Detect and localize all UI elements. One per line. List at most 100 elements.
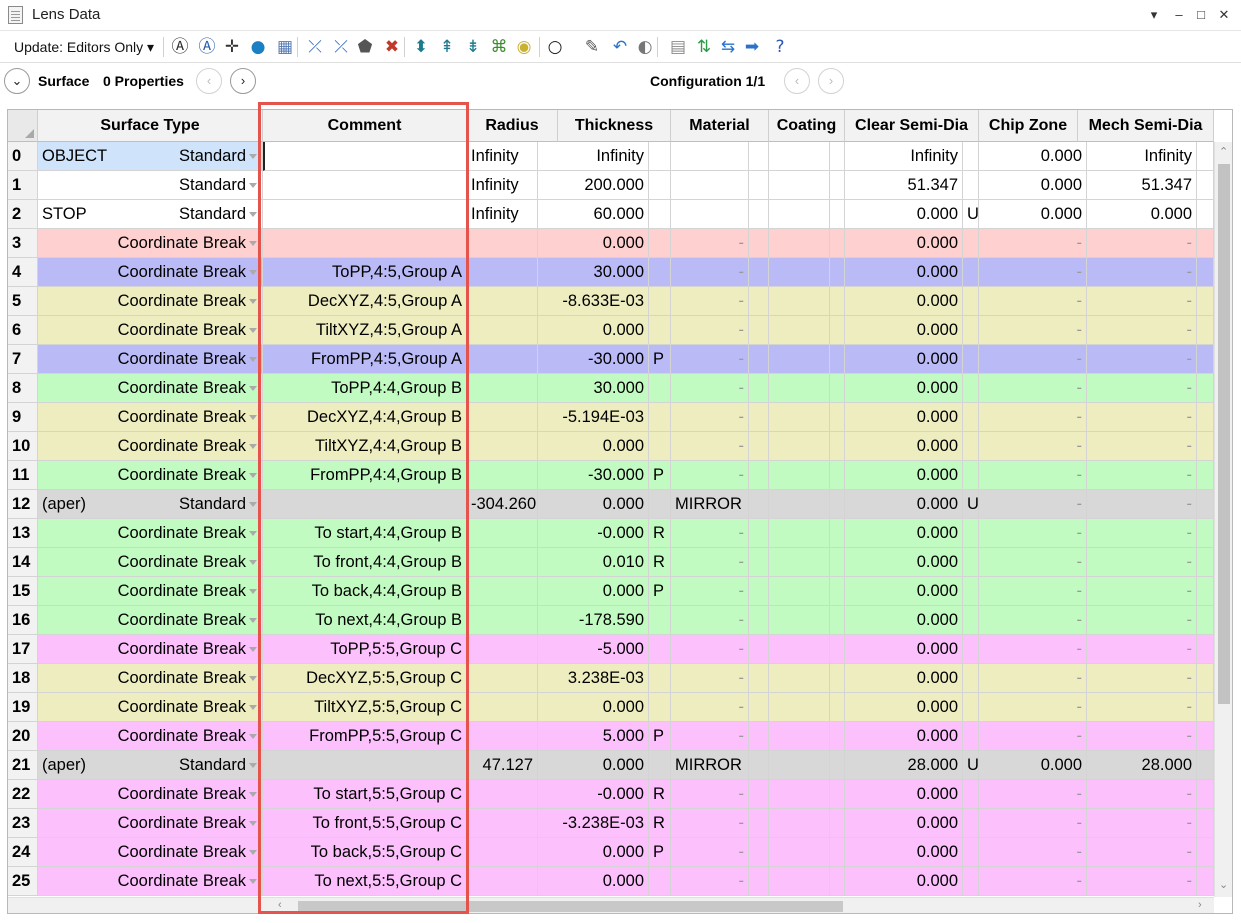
coating-cell[interactable] (769, 403, 830, 432)
column-header-mech-semi-dia[interactable]: Mech Semi-Dia (1078, 110, 1214, 142)
chip-zone-cell[interactable]: 0.000 (979, 751, 1087, 780)
comment-cell[interactable]: DecXYZ,5:5,Group C (263, 664, 467, 693)
surface-type-cell[interactable]: Coordinate Break (38, 577, 263, 606)
coating-solve-cell[interactable] (830, 606, 845, 635)
extra-cell[interactable] (1197, 287, 1214, 316)
material-cell[interactable]: - (671, 809, 749, 838)
surface-type-cell[interactable]: (aper) Standard (38, 490, 263, 519)
extra-cell[interactable] (1197, 461, 1214, 490)
material-cell[interactable]: - (671, 635, 749, 664)
material-cell[interactable]: - (671, 606, 749, 635)
coating-cell[interactable] (769, 229, 830, 258)
comment-cell[interactable]: FromPP,4:5,Group A (263, 345, 467, 374)
material-solve-cell[interactable] (749, 693, 769, 722)
dropdown-arrow-icon[interactable] (249, 879, 257, 884)
coating-solve-cell[interactable] (830, 548, 845, 577)
dropdown-arrow-icon[interactable] (249, 241, 257, 246)
extra-cell[interactable] (1197, 142, 1214, 171)
row-number[interactable]: 0 (8, 142, 38, 171)
thickness-cell[interactable]: 60.000 (538, 200, 649, 229)
column-header-comment[interactable]: Comment (263, 110, 467, 142)
coating-solve-cell[interactable] (830, 693, 845, 722)
next-surface-button[interactable]: › (230, 68, 256, 94)
extra-cell[interactable] (1197, 838, 1214, 867)
radius-cell[interactable] (467, 229, 538, 258)
column-header-surface-type[interactable]: Surface Type (38, 110, 263, 142)
extra-cell[interactable] (1197, 316, 1214, 345)
chip-zone-cell[interactable]: - (979, 345, 1087, 374)
horizontal-scrollbar[interactable]: ‹ › (8, 897, 1214, 913)
surface-type-cell[interactable]: Coordinate Break (38, 838, 263, 867)
thickness-cell[interactable]: -0.000 (538, 780, 649, 809)
vertical-scroll-thumb[interactable] (1218, 164, 1230, 704)
surface-type-cell[interactable]: Coordinate Break (38, 258, 263, 287)
chip-zone-cell[interactable]: - (979, 403, 1087, 432)
coating-solve-cell[interactable] (830, 635, 845, 664)
extra-cell[interactable] (1197, 171, 1214, 200)
column-header-coating[interactable]: Coating (769, 110, 845, 142)
dropdown-arrow-icon[interactable] (249, 618, 257, 623)
chip-zone-cell[interactable]: - (979, 577, 1087, 606)
extra-cell[interactable] (1197, 548, 1214, 577)
row-number[interactable]: 23 (8, 809, 38, 838)
clear-semi-dia-solve-cell[interactable] (963, 664, 979, 693)
material-solve-cell[interactable] (749, 838, 769, 867)
row-number[interactable]: 7 (8, 345, 38, 374)
thickness-solve-cell[interactable] (649, 374, 671, 403)
chip-zone-cell[interactable]: - (979, 693, 1087, 722)
clear-semi-dia-solve-cell[interactable] (963, 867, 979, 896)
clear-semi-dia-solve-cell[interactable] (963, 171, 979, 200)
surface-type-cell[interactable]: OBJECT Standard (38, 142, 263, 171)
row-number[interactable]: 16 (8, 606, 38, 635)
radius-cell[interactable]: Infinity (467, 171, 538, 200)
chip-zone-cell[interactable]: - (979, 432, 1087, 461)
radius-cell[interactable]: 47.127 (467, 751, 538, 780)
extra-cell[interactable] (1197, 867, 1214, 896)
mech-semi-dia-cell[interactable]: - (1078, 490, 1197, 519)
coating-solve-cell[interactable] (830, 490, 845, 519)
dropdown-arrow-icon[interactable] (249, 705, 257, 710)
comment-cell[interactable]: To start,5:5,Group C (263, 780, 467, 809)
thickness-cell[interactable]: 0.000 (538, 229, 649, 258)
dropdown-arrow-icon[interactable] (249, 386, 257, 391)
mech-semi-dia-cell[interactable]: 0.000 (1078, 200, 1197, 229)
chip-zone-cell[interactable]: - (979, 374, 1087, 403)
thickness-cell[interactable]: 0.000 (538, 838, 649, 867)
material-solve-cell[interactable] (749, 780, 769, 809)
chip-zone-cell[interactable]: - (979, 316, 1087, 345)
decenter-icon[interactable]: ⤫ (331, 37, 351, 57)
material-solve-cell[interactable] (749, 374, 769, 403)
row-number[interactable]: 19 (8, 693, 38, 722)
minimize-button[interactable]: – (1168, 4, 1190, 26)
chip-zone-cell[interactable]: - (979, 867, 1087, 896)
crosshair-icon[interactable]: ✛ (222, 37, 242, 57)
clear-semi-dia-solve-cell[interactable] (963, 606, 979, 635)
extra-cell[interactable] (1197, 345, 1214, 374)
dropdown-arrow-icon[interactable] (249, 531, 257, 536)
surface-type-cell[interactable]: Coordinate Break (38, 345, 263, 374)
row-number[interactable]: 22 (8, 780, 38, 809)
thickness-solve-cell[interactable] (649, 403, 671, 432)
extra-cell[interactable] (1197, 722, 1214, 751)
clear-semi-dia-cell[interactable]: 0.000 (845, 490, 963, 519)
thickness-cell[interactable]: 0.000 (538, 751, 649, 780)
extra-cell[interactable] (1197, 403, 1214, 432)
radius-cell[interactable] (467, 577, 538, 606)
clear-semi-dia-solve-cell[interactable] (963, 809, 979, 838)
clear-semi-dia-solve-cell[interactable]: U (963, 751, 979, 780)
mech-semi-dia-cell[interactable]: 51.347 (1078, 171, 1197, 200)
clear-semi-dia-cell[interactable]: 0.000 (845, 258, 963, 287)
ring-icon[interactable]: ○ (545, 37, 565, 57)
coating-cell[interactable] (769, 258, 830, 287)
coating-cell[interactable] (769, 345, 830, 374)
comment-cell[interactable] (263, 200, 467, 229)
coating-cell[interactable] (769, 838, 830, 867)
thickness-solve-cell[interactable] (649, 751, 671, 780)
material-solve-cell[interactable] (749, 751, 769, 780)
material-cell[interactable]: - (671, 577, 749, 606)
coating-cell[interactable] (769, 432, 830, 461)
chip-zone-cell[interactable]: - (979, 258, 1087, 287)
surface-type-cell[interactable]: Coordinate Break (38, 635, 263, 664)
thickness-cell[interactable]: 3.238E-03 (538, 664, 649, 693)
mech-semi-dia-cell[interactable]: - (1078, 316, 1197, 345)
